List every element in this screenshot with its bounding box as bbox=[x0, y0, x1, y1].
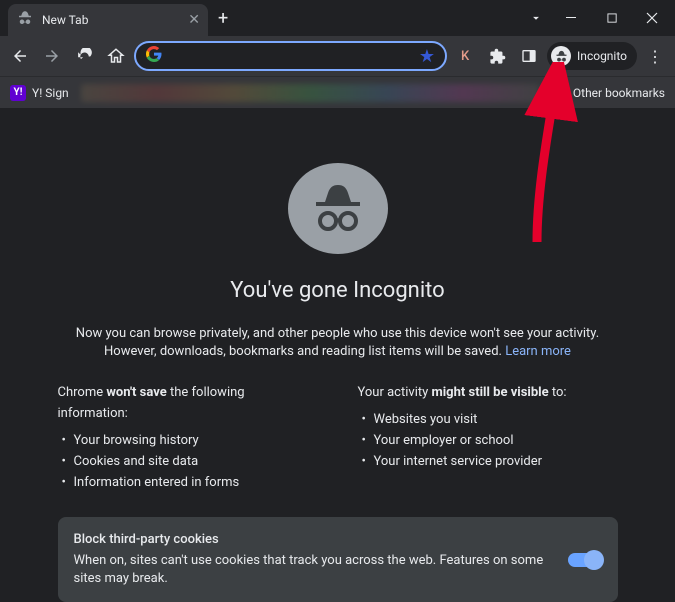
maximize-button[interactable] bbox=[593, 3, 631, 33]
menu-button[interactable]: ⋮ bbox=[641, 47, 669, 66]
col1-list: Your browsing history Cookies and site d… bbox=[58, 431, 318, 493]
block-cookies-card: Block third-party cookies When on, sites… bbox=[58, 517, 618, 602]
folder-icon bbox=[551, 87, 567, 99]
side-panel-icon[interactable] bbox=[515, 42, 543, 70]
bookmark-star-icon[interactable]: ★ bbox=[419, 46, 435, 67]
browser-tab[interactable]: New Tab ✕ bbox=[8, 4, 208, 36]
learn-more-link[interactable]: Learn more bbox=[505, 344, 571, 359]
address-bar[interactable]: ★ bbox=[134, 41, 447, 71]
close-tab-icon[interactable]: ✕ bbox=[188, 13, 200, 27]
home-button[interactable] bbox=[102, 42, 130, 70]
col2-list: Websites you visit Your employer or scho… bbox=[358, 410, 618, 472]
cookie-card-body: When on, sites can't use cookies that tr… bbox=[74, 552, 562, 588]
forward-button[interactable] bbox=[38, 42, 66, 70]
page-content: You've gone Incognito Now you can browse… bbox=[0, 108, 675, 602]
page-heading: You've gone Incognito bbox=[230, 278, 444, 303]
extensions-icon[interactable] bbox=[483, 42, 511, 70]
list-item: Your browsing history bbox=[58, 431, 318, 452]
page-description: Now you can browse privately, and other … bbox=[58, 325, 618, 361]
list-item: Cookies and site data bbox=[58, 452, 318, 473]
close-window-button[interactable] bbox=[633, 3, 671, 33]
block-cookies-toggle[interactable] bbox=[568, 553, 602, 567]
tab-title: New Tab bbox=[42, 13, 180, 27]
col1-title: Chrome won't save the following informat… bbox=[58, 383, 318, 425]
col-wont-save: Chrome won't save the following informat… bbox=[58, 383, 318, 493]
title-bar: New Tab ✕ + bbox=[0, 0, 675, 36]
other-bookmarks-button[interactable]: Other bookmarks bbox=[551, 86, 665, 100]
bookmarks-blurred bbox=[81, 84, 539, 102]
back-button[interactable] bbox=[6, 42, 34, 70]
incognito-icon bbox=[551, 46, 571, 66]
new-tab-button[interactable]: + bbox=[208, 4, 238, 33]
url-input[interactable] bbox=[170, 49, 411, 64]
list-item: Your internet service provider bbox=[358, 452, 618, 473]
list-item: Websites you visit bbox=[358, 410, 618, 431]
minimize-button[interactable] bbox=[553, 3, 591, 33]
reload-button[interactable] bbox=[70, 42, 98, 70]
tabs-dropdown-icon[interactable] bbox=[521, 3, 551, 33]
bookmark-item[interactable]: Y! Y! Sign bbox=[10, 85, 69, 101]
yahoo-icon: Y! bbox=[10, 85, 26, 101]
list-item: Information entered in forms bbox=[58, 473, 318, 494]
incognito-hero-icon bbox=[288, 163, 388, 254]
col2-title: Your activity might still be visible to: bbox=[358, 383, 618, 404]
info-columns: Chrome won't save the following informat… bbox=[58, 383, 618, 493]
toolbar: ★ K Incognito ⋮ bbox=[0, 36, 675, 76]
google-icon bbox=[146, 46, 162, 66]
cookie-card-title: Block third-party cookies bbox=[74, 531, 562, 549]
incognito-tab-icon bbox=[16, 9, 34, 31]
window-controls bbox=[521, 3, 671, 33]
bookmarks-bar: Y! Y! Sign Other bookmarks bbox=[0, 76, 675, 108]
bookmark-label: Y! Sign bbox=[32, 86, 69, 100]
other-bookmarks-label: Other bookmarks bbox=[573, 86, 665, 100]
list-item: Your employer or school bbox=[358, 431, 618, 452]
incognito-label: Incognito bbox=[577, 49, 627, 63]
col-visible-to: Your activity might still be visible to:… bbox=[358, 383, 618, 493]
incognito-indicator[interactable]: Incognito bbox=[547, 42, 637, 70]
profile-avatar[interactable]: K bbox=[451, 42, 479, 70]
